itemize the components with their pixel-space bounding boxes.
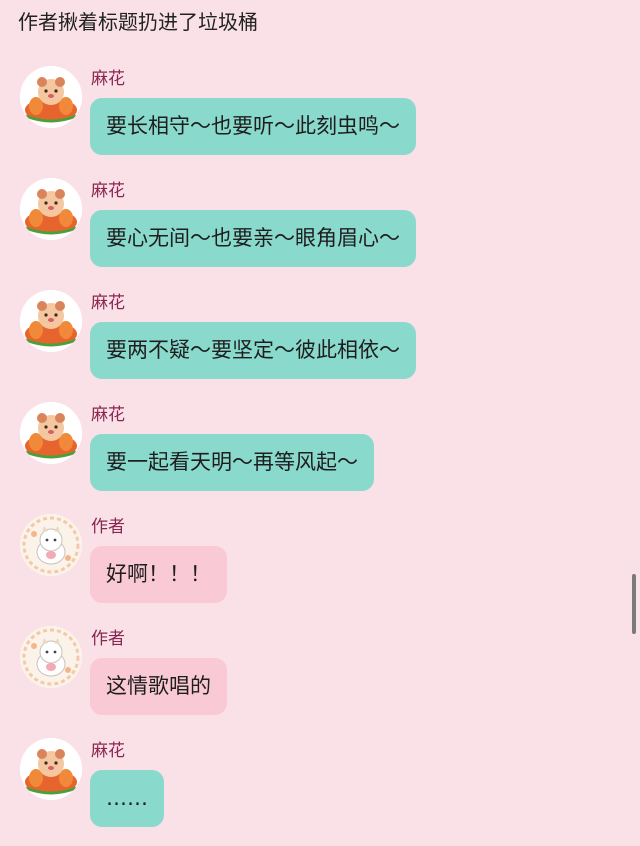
- sender-name: 麻花: [91, 405, 125, 425]
- chat-message: 麻花 要心无间～也要亲～眼角眉心～: [0, 174, 640, 286]
- message-bubble[interactable]: 好啊！！！: [90, 546, 227, 603]
- chat-message: 麻花 要两不疑～要坚定～彼此相依～: [0, 286, 640, 398]
- sender-name: 麻花: [91, 741, 125, 761]
- message-bubble[interactable]: 要两不疑～要坚定～彼此相依～: [90, 322, 416, 379]
- chat-message: 麻花 ……: [0, 734, 640, 846]
- chat-message: 麻花 要一起看天明～再等风起～: [0, 398, 640, 510]
- sender-name: 作者: [91, 629, 125, 649]
- cat-avatar-icon[interactable]: [20, 514, 82, 576]
- sender-name: 作者: [91, 517, 125, 537]
- chat-message: 作者 这情歌唱的: [0, 622, 640, 734]
- chat-message: 作者 好啊！！！: [0, 510, 640, 622]
- shiba-avatar-icon[interactable]: [20, 738, 82, 800]
- sender-name: 麻花: [91, 293, 125, 313]
- message-bubble[interactable]: 要长相守～也要听～此刻虫鸣～: [90, 98, 416, 155]
- message-bubble[interactable]: 这情歌唱的: [90, 658, 227, 715]
- cat-avatar-icon[interactable]: [20, 626, 82, 688]
- shiba-avatar-icon[interactable]: [20, 66, 82, 128]
- chat-list: 麻花 要长相守～也要听～此刻虫鸣～ 麻花 要心无间～也要亲～眼角眉心～ 麻花 要…: [0, 62, 640, 846]
- shiba-avatar-icon[interactable]: [20, 290, 82, 352]
- message-bubble[interactable]: 要一起看天明～再等风起～: [90, 434, 374, 491]
- message-bubble[interactable]: 要心无间～也要亲～眼角眉心～: [90, 210, 416, 267]
- sender-name: 麻花: [91, 69, 125, 89]
- shiba-avatar-icon[interactable]: [20, 178, 82, 240]
- chat-message: 麻花 要长相守～也要听～此刻虫鸣～: [0, 62, 640, 174]
- scrollbar[interactable]: [632, 574, 636, 634]
- message-bubble[interactable]: ……: [90, 770, 164, 827]
- sender-name: 麻花: [91, 181, 125, 201]
- page-title: 作者揪着标题扔进了垃圾桶: [18, 10, 258, 34]
- shiba-avatar-icon[interactable]: [20, 402, 82, 464]
